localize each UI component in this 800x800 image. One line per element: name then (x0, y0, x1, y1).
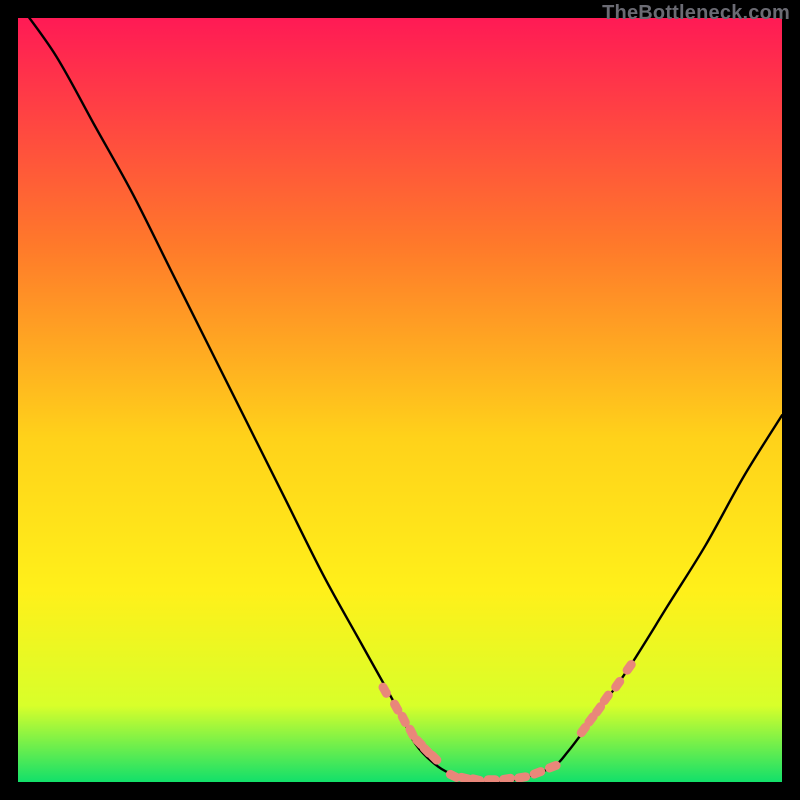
data-marker (484, 775, 500, 782)
watermark-text: TheBottleneck.com (602, 2, 790, 25)
chart-frame (18, 18, 782, 782)
gradient-background (18, 18, 782, 782)
bottleneck-chart (18, 18, 782, 782)
